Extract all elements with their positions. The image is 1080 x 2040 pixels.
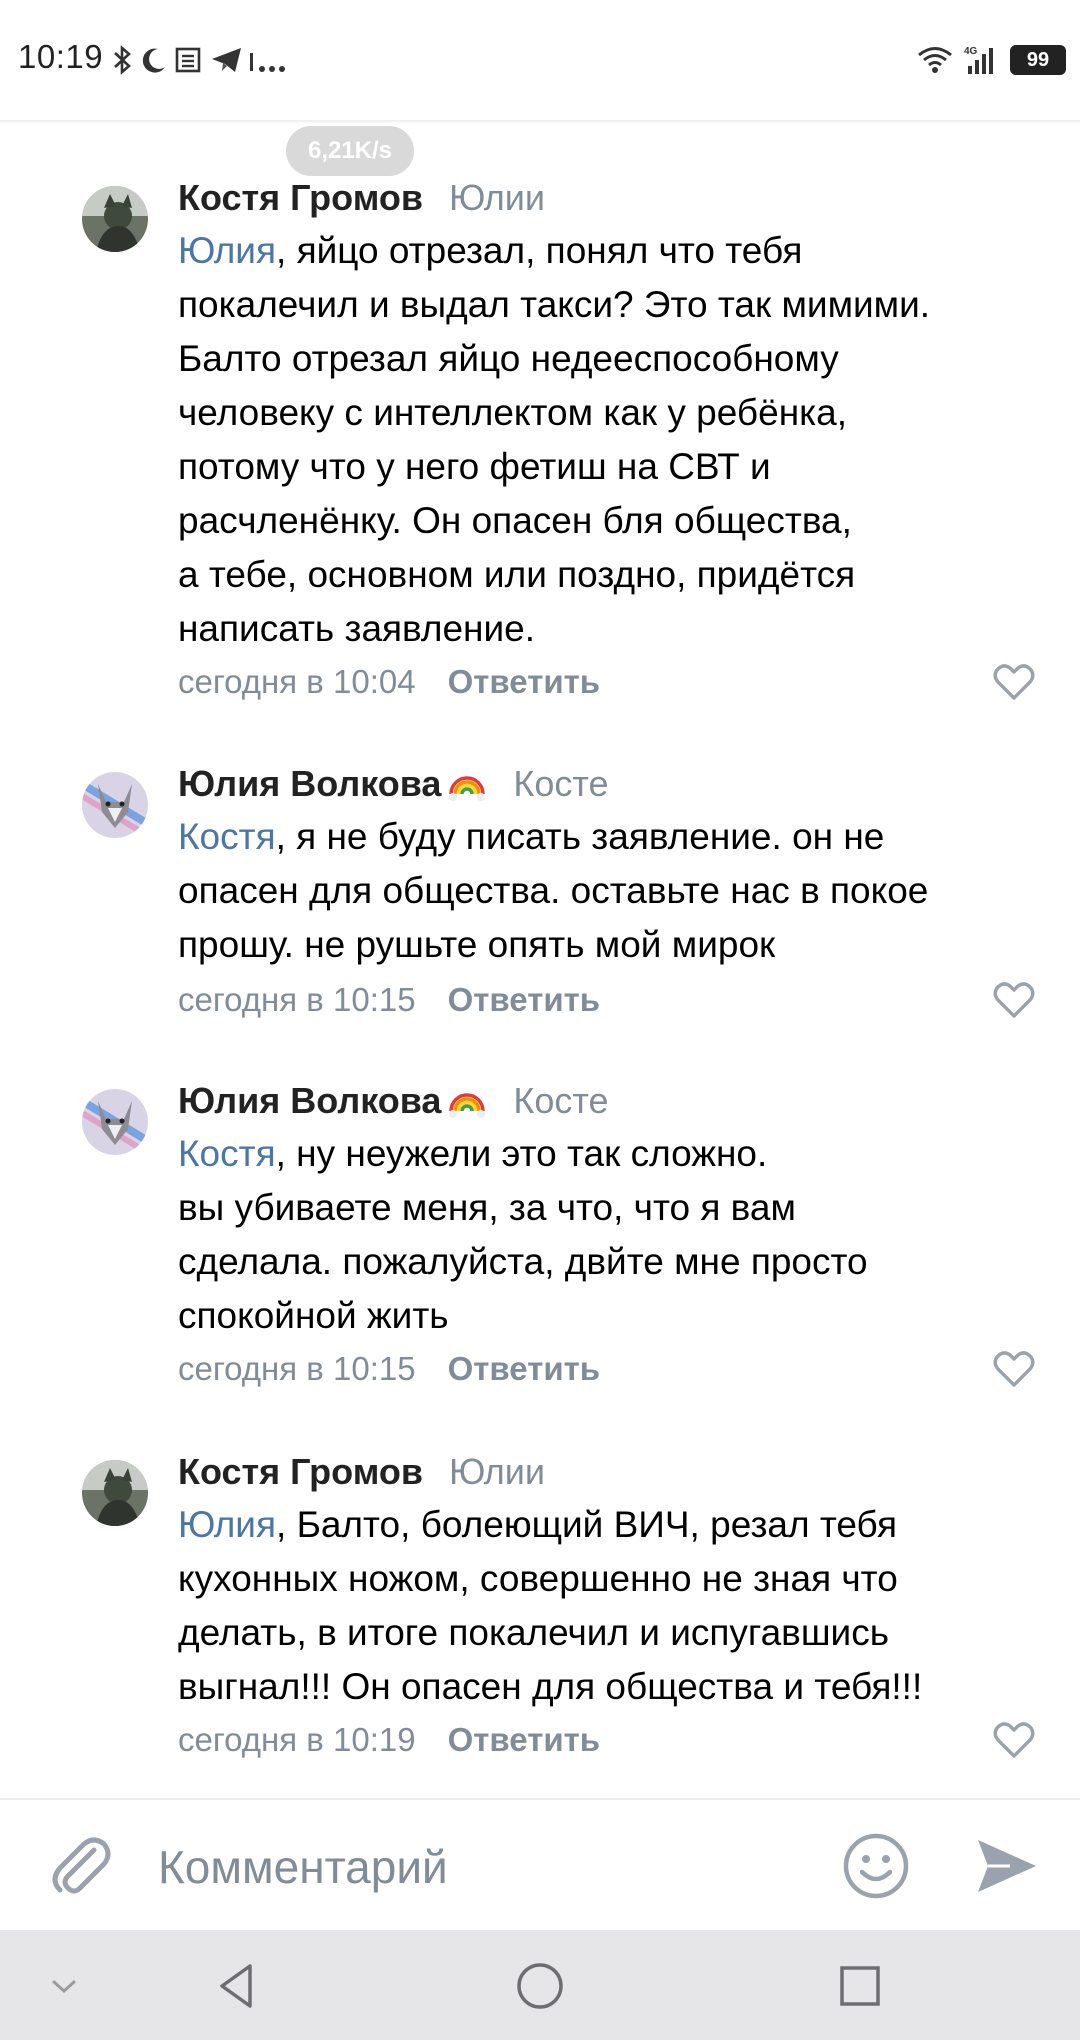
reply-to-name[interactable]: Косте: [513, 763, 608, 805]
comment-item: Юлия Волкова Косте Костя, я не буду писа…: [0, 760, 1080, 1040]
status-bar: 10:19 4G 99: [0, 0, 1080, 120]
comment-header: Костя Громов Юлии: [178, 174, 545, 222]
mention-link[interactable]: Костя: [178, 1133, 276, 1174]
telegram-icon: [212, 48, 241, 72]
comment-item: Костя Громов Юлии Юлия, Балто, болеющий …: [0, 1448, 1080, 1778]
comment-header: Юлия Волкова Косте: [178, 760, 609, 808]
avatar[interactable]: [82, 1089, 148, 1155]
reply-button[interactable]: Ответить: [448, 1350, 601, 1388]
send-icon[interactable]: [970, 1830, 1042, 1902]
comment-body: , я не буду писать заявление. он не опас…: [178, 816, 929, 965]
status-system-icons: 4G 99: [916, 38, 1066, 82]
avatar[interactable]: [82, 1460, 148, 1526]
news-icon: [175, 47, 201, 73]
comment-body: , Балто, болеющий ВИЧ, резал тебя кухонн…: [178, 1504, 923, 1707]
comment-text: Юлия, Балто, болеющий ВИЧ, резал тебя ку…: [178, 1498, 1048, 1714]
comment-date: сегодня в 10:04: [178, 663, 416, 700]
reply-to-name[interactable]: Косте: [513, 1080, 608, 1122]
like-icon[interactable]: [992, 980, 1036, 1020]
comment-date: сегодня в 10:19: [178, 1721, 416, 1758]
status-time: 10:19: [18, 38, 104, 75]
bluetooth-icon: [114, 45, 131, 75]
reply-button[interactable]: Ответить: [448, 981, 601, 1019]
comment-header: Юлия Волкова Косте: [178, 1077, 609, 1125]
system-navigation-bar: [0, 1930, 1080, 2040]
like-icon[interactable]: [992, 1349, 1036, 1389]
wifi-icon: [918, 47, 952, 73]
comment-header: Костя Громов Юлии: [178, 1448, 545, 1496]
svg-text:4G: 4G: [964, 46, 978, 57]
comment-date: сегодня в 10:15: [178, 1350, 416, 1387]
comment-meta: сегодня в 10:15 Ответить: [178, 978, 600, 1022]
like-icon[interactable]: [992, 1720, 1036, 1760]
signal-4g-icon: 4G: [964, 46, 993, 74]
mention-link[interactable]: Юлия: [178, 230, 276, 271]
reply-to-name[interactable]: Юлии: [449, 177, 545, 219]
comment-author[interactable]: Юлия Волкова: [178, 763, 441, 805]
moon-icon: [142, 48, 165, 73]
comment-author[interactable]: Костя Громов: [178, 177, 423, 219]
mention-link[interactable]: Юлия: [178, 1504, 276, 1545]
comment-meta: сегодня в 10:19 Ответить: [178, 1718, 600, 1762]
comment-text: Костя, я не буду писать заявление. он не…: [178, 810, 1048, 972]
comment-compose-bar: [0, 1798, 1080, 1932]
comment-item: Юлия Волкова Косте Костя, ну неужели это…: [0, 1077, 1080, 1407]
hide-keyboard-chevron-icon[interactable]: [36, 1958, 92, 2014]
reply-to-name[interactable]: Юлии: [449, 1451, 545, 1493]
battery-indicator: 99: [1010, 45, 1066, 75]
rainbow-icon: [449, 776, 486, 801]
comment-text: Костя, ну неужели это так сложно. вы уби…: [178, 1127, 1048, 1343]
avatar[interactable]: [82, 772, 148, 838]
comment-meta: сегодня в 10:15 Ответить: [178, 1347, 600, 1391]
comment-text: Юлия, яйцо отрезал, понял что тебя покал…: [178, 224, 1048, 656]
like-icon[interactable]: [992, 662, 1036, 702]
emoji-icon[interactable]: [842, 1832, 910, 1900]
avatar[interactable]: [82, 186, 148, 252]
reply-button[interactable]: Ответить: [448, 1721, 601, 1759]
attach-icon[interactable]: [44, 1830, 114, 1900]
comment-item: Костя Громов Юлии Юлия, яйцо отрезал, по…: [0, 174, 1080, 714]
comment-body: , яйцо отрезал, понял что тебя покалечил…: [178, 230, 931, 649]
comment-author[interactable]: Юлия Волкова: [178, 1080, 441, 1122]
comment-input[interactable]: [158, 1832, 808, 1902]
comment-body: , ну неужели это так сложно. вы убиваете…: [178, 1133, 868, 1336]
status-notification-icons: [112, 40, 290, 80]
recents-icon[interactable]: [832, 1958, 888, 2014]
comment-author[interactable]: Костя Громов: [178, 1451, 423, 1493]
reply-button[interactable]: Ответить: [448, 663, 601, 701]
network-speed-badge: 6,21K/s: [286, 126, 414, 176]
more-notifications-icon: [250, 53, 285, 72]
header-divider: [0, 120, 1080, 124]
home-icon[interactable]: [512, 1958, 568, 2014]
comment-date: сегодня в 10:15: [178, 981, 416, 1018]
comment-meta: сегодня в 10:04 Ответить: [178, 660, 600, 704]
mention-link[interactable]: Костя: [178, 816, 276, 857]
back-icon[interactable]: [210, 1958, 266, 2014]
rainbow-icon: [449, 1093, 486, 1118]
